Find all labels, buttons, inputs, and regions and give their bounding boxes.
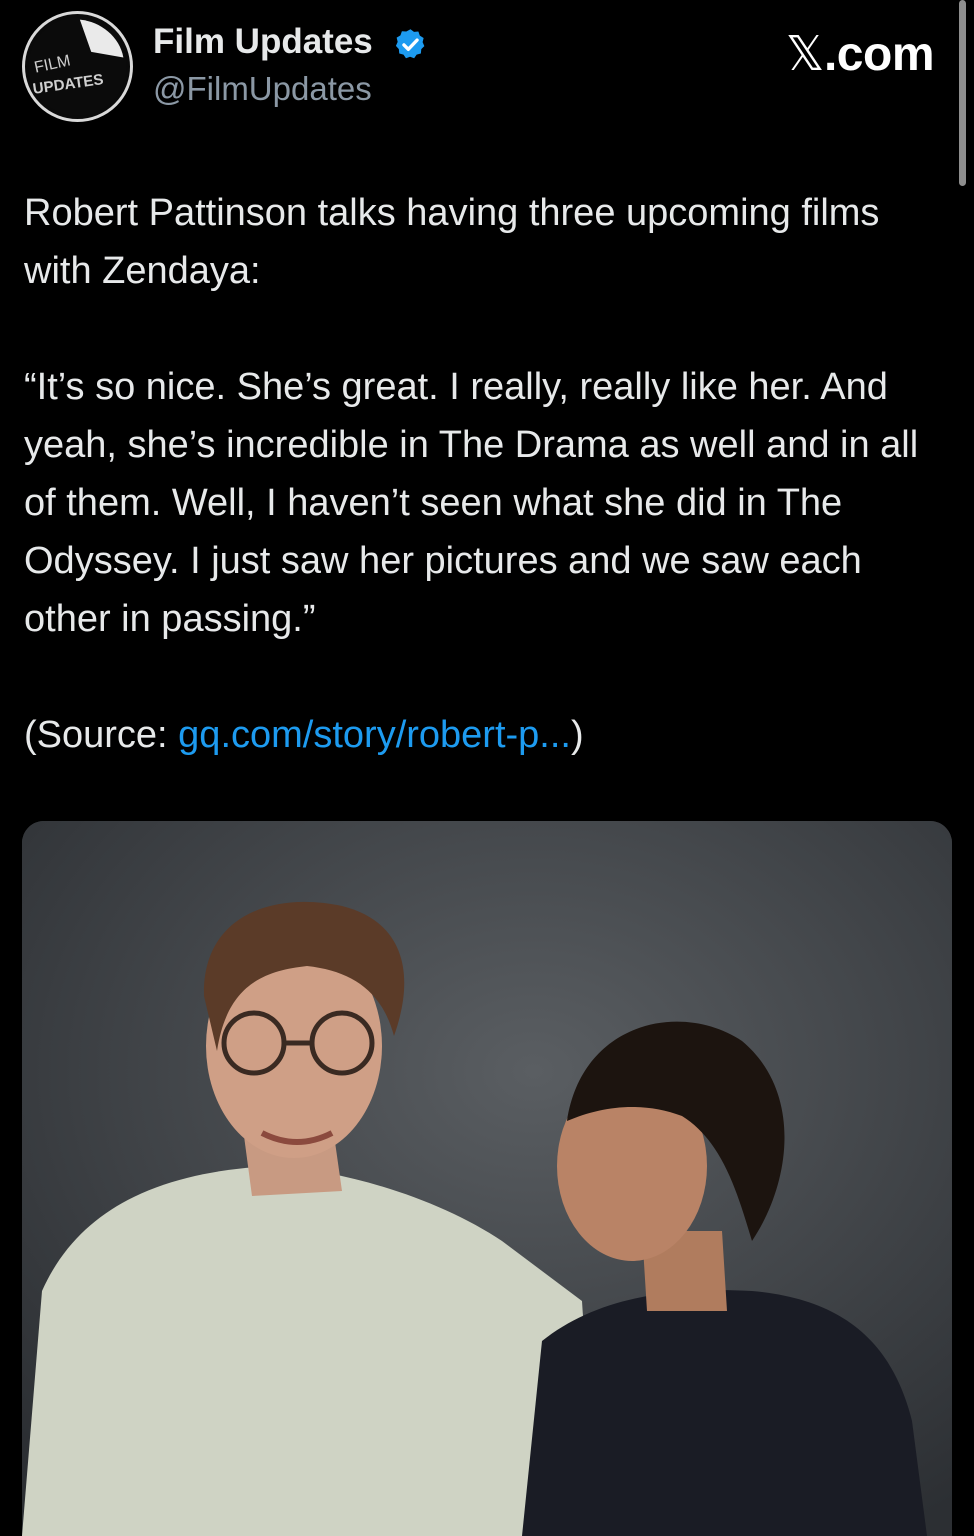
- site-brand: 𝕏.com: [785, 26, 935, 82]
- post-photo[interactable]: [22, 821, 952, 1536]
- account-handle[interactable]: @FilmUpdates: [153, 70, 372, 108]
- post-card: FILM UPDATES Film Updates @FilmUpdates 𝕏…: [0, 0, 974, 1536]
- verified-badge-icon: [395, 29, 425, 59]
- x-logo-icon: 𝕏: [785, 26, 825, 82]
- source-prefix: (Source:: [24, 714, 179, 756]
- post-source: (Source: gq.com/story/robert-p...): [24, 706, 944, 764]
- source-link[interactable]: gq.com/story/robert-p...: [178, 714, 571, 756]
- site-label: .com: [823, 28, 935, 81]
- post-quote: “It’s so nice. She’s great. I really, re…: [24, 366, 919, 640]
- source-suffix: ): [570, 714, 584, 756]
- avatar[interactable]: FILM UPDATES: [22, 11, 133, 122]
- scrollbar[interactable]: [959, 0, 966, 186]
- film-updates-logo-icon: FILM UPDATES: [28, 17, 127, 116]
- post-headline: Robert Pattinson talks having three upco…: [24, 192, 880, 292]
- display-name[interactable]: Film Updates: [153, 22, 373, 62]
- photo-image: [22, 821, 952, 1536]
- post-text: Robert Pattinson talks having three upco…: [24, 184, 944, 764]
